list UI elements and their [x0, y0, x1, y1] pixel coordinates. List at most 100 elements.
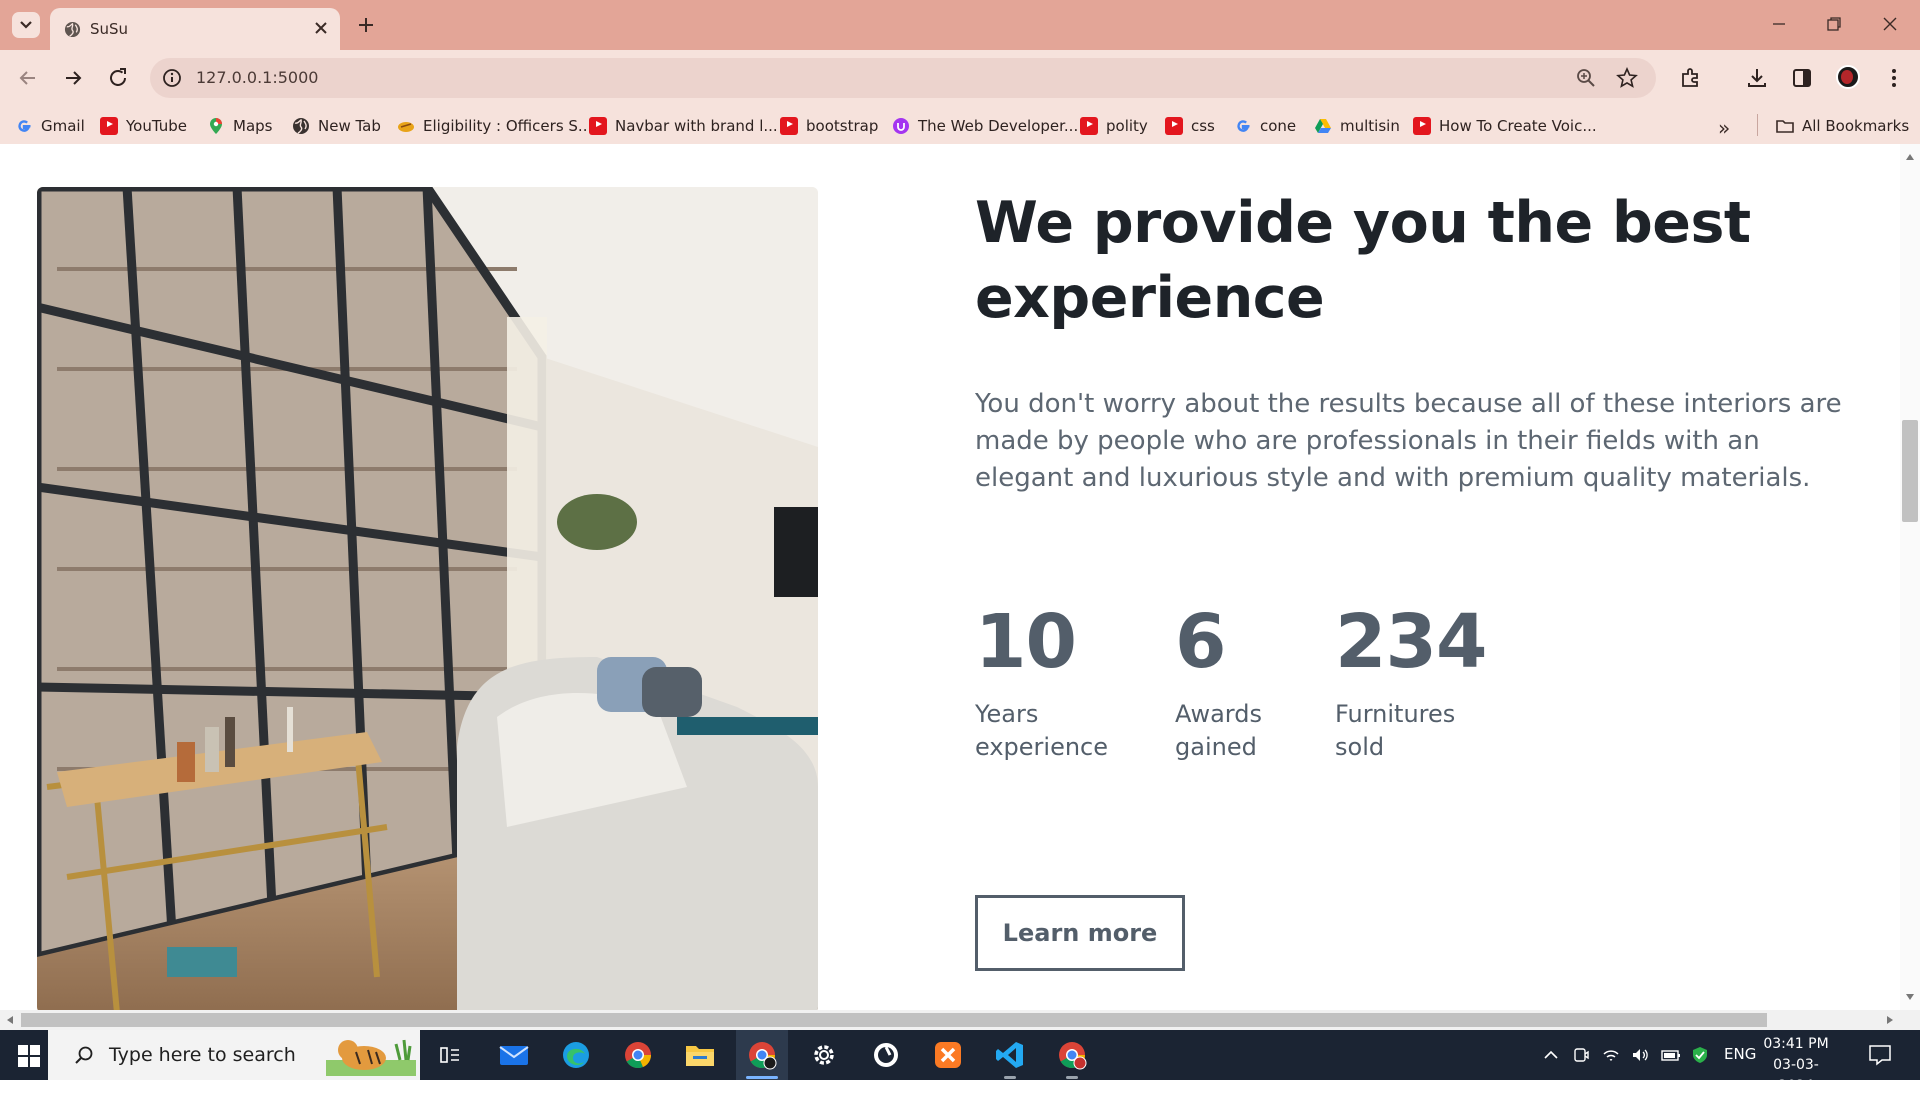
site-favicon-icon	[398, 122, 414, 132]
bookmarks-overflow-chevron-icon[interactable]: »	[1718, 116, 1730, 140]
taskbar-xampp[interactable]	[922, 1030, 974, 1080]
forward-arrow-icon[interactable]	[61, 66, 85, 90]
taskbar-app-circle[interactable]	[860, 1030, 912, 1080]
stat-awards-gained: 6 Awards gained	[1175, 602, 1262, 764]
bookmark-bootstrap[interactable]: bootstrap	[780, 116, 878, 136]
bookmark-label: Gmail	[41, 117, 85, 135]
bookmark-polity[interactable]: polity	[1080, 116, 1148, 136]
bookmark-navbar[interactable]: Navbar with brand l...	[589, 116, 778, 136]
bookmark-gmail[interactable]: Gmail	[15, 116, 85, 136]
taskbar-edge[interactable]	[550, 1030, 602, 1080]
taskbar-task-view[interactable]	[424, 1030, 476, 1080]
clock-date: 03-03-2024	[1773, 1057, 1819, 1094]
bookmark-multisin[interactable]: multisin	[1314, 116, 1400, 136]
volume-icon[interactable]	[1631, 1046, 1649, 1064]
meet-now-icon[interactable]	[1572, 1046, 1590, 1064]
all-bookmarks-button[interactable]: All Bookmarks	[1776, 116, 1909, 136]
taskbar-file-explorer[interactable]	[674, 1030, 726, 1080]
taskbar-chrome-profile-active[interactable]	[736, 1030, 788, 1080]
bookmark-label: multisin	[1340, 117, 1400, 135]
bookmark-css[interactable]: css	[1165, 116, 1215, 136]
bookmark-star-icon[interactable]	[1616, 67, 1638, 89]
horizontal-scroll-thumb[interactable]	[21, 1013, 1767, 1027]
youtube-icon	[1165, 117, 1183, 135]
globe-icon	[293, 118, 309, 134]
bookmark-eligibility[interactable]: Eligibility : Officers S...	[397, 116, 592, 136]
bookmark-youtube[interactable]: YouTube	[100, 116, 187, 136]
maps-pin-icon	[210, 118, 222, 134]
notification-icon[interactable]	[1868, 1044, 1892, 1066]
battery-icon[interactable]	[1661, 1046, 1681, 1064]
search-placeholder: Type here to search	[109, 1044, 296, 1066]
bookmark-maps[interactable]: Maps	[207, 116, 272, 136]
wifi-icon[interactable]	[1602, 1046, 1620, 1064]
taskbar-vscode[interactable]	[984, 1030, 1036, 1080]
google-icon	[1237, 120, 1250, 132]
restore-window-icon[interactable]	[1825, 15, 1843, 33]
stat-label: Awards gained	[1175, 698, 1262, 764]
language-indicator[interactable]: ENG	[1724, 1045, 1756, 1063]
address-bar[interactable]: 127.0.0.1:5000	[150, 58, 1656, 98]
taskbar-settings[interactable]	[798, 1030, 850, 1080]
learn-more-button[interactable]: Learn more	[975, 895, 1185, 971]
stat-label-line: Awards	[1175, 700, 1262, 728]
bookmarks-bar: Gmail YouTube Maps New Tab Eligibility :…	[0, 106, 1920, 144]
vertical-scroll-thumb[interactable]	[1902, 420, 1918, 522]
stat-value: 6	[1175, 599, 1226, 685]
horizontal-scrollbar[interactable]	[0, 1010, 1900, 1030]
vertical-scrollbar[interactable]	[1900, 144, 1920, 1010]
bookmark-cone[interactable]: cone	[1234, 116, 1296, 136]
bookmark-web-developer[interactable]: The Web Developer...	[892, 116, 1078, 136]
gear-icon	[814, 1045, 834, 1065]
taskbar-chrome[interactable]	[612, 1030, 664, 1080]
clock-time: 03:41 PM	[1763, 1036, 1829, 1052]
chevron-up-icon[interactable]	[1542, 1046, 1560, 1064]
extensions-puzzle-icon[interactable]	[1679, 66, 1703, 90]
page-viewport: We provide you the best experience You d…	[0, 144, 1920, 1010]
bookmark-label: YouTube	[126, 117, 187, 135]
bookmark-label: css	[1191, 117, 1215, 135]
youtube-icon	[1080, 117, 1098, 135]
bookmark-label: How To Create Voic...	[1439, 117, 1597, 135]
scroll-up-arrow-icon[interactable]	[1906, 154, 1914, 160]
taskbar-chrome-second[interactable]	[1046, 1030, 1098, 1080]
taskbar-mail[interactable]	[488, 1030, 540, 1080]
scroll-down-arrow-icon[interactable]	[1906, 994, 1914, 1000]
url-text[interactable]: 127.0.0.1:5000	[196, 68, 318, 87]
all-bookmarks-label: All Bookmarks	[1802, 117, 1910, 135]
app-ring-icon	[874, 1043, 898, 1067]
bookmark-label: polity	[1106, 117, 1148, 135]
tab-title: SuSu	[90, 20, 129, 38]
close-window-icon[interactable]	[1881, 15, 1899, 33]
more-menu-icon[interactable]	[1882, 66, 1906, 90]
living-room-image	[37, 187, 818, 1010]
download-icon[interactable]	[1745, 66, 1769, 90]
bookmarks-divider	[1757, 114, 1758, 136]
taskbar-clock[interactable]: 03:41 PM 03-03-2024	[1760, 1034, 1832, 1097]
taskbar-search-box[interactable]: Type here to search	[48, 1030, 420, 1080]
bookmark-how-to-create[interactable]: How To Create Voic...	[1413, 116, 1597, 136]
bookmark-label: bootstrap	[806, 117, 879, 135]
back-arrow-icon[interactable]	[16, 66, 40, 90]
folder-icon	[686, 1046, 714, 1066]
stat-label-line: experience	[975, 733, 1109, 761]
close-icon[interactable]	[314, 21, 328, 35]
side-panel-icon[interactable]	[1790, 66, 1814, 90]
scroll-right-arrow-icon[interactable]	[1887, 1016, 1893, 1024]
zoom-icon[interactable]	[1576, 68, 1596, 88]
tab-search-button[interactable]	[12, 12, 40, 38]
minimize-icon[interactable]	[1770, 15, 1788, 33]
bookmark-new-tab[interactable]: New Tab	[292, 116, 381, 136]
new-tab-plus-icon[interactable]	[354, 13, 378, 37]
search-highlight-illustration-icon	[326, 1039, 416, 1076]
site-info-icon[interactable]	[162, 68, 182, 88]
profile-avatar[interactable]	[1836, 65, 1860, 89]
scroll-left-arrow-icon[interactable]	[7, 1016, 13, 1024]
folder-icon	[1776, 120, 1794, 133]
security-shield-icon[interactable]	[1691, 1046, 1709, 1064]
task-view-icon	[440, 1047, 459, 1063]
windows-start-icon[interactable]	[18, 1045, 40, 1067]
reload-icon[interactable]	[106, 66, 130, 90]
section-description: You don't worry about the results becaus…	[975, 389, 1842, 493]
browser-tab-active[interactable]: SuSu	[50, 8, 340, 50]
